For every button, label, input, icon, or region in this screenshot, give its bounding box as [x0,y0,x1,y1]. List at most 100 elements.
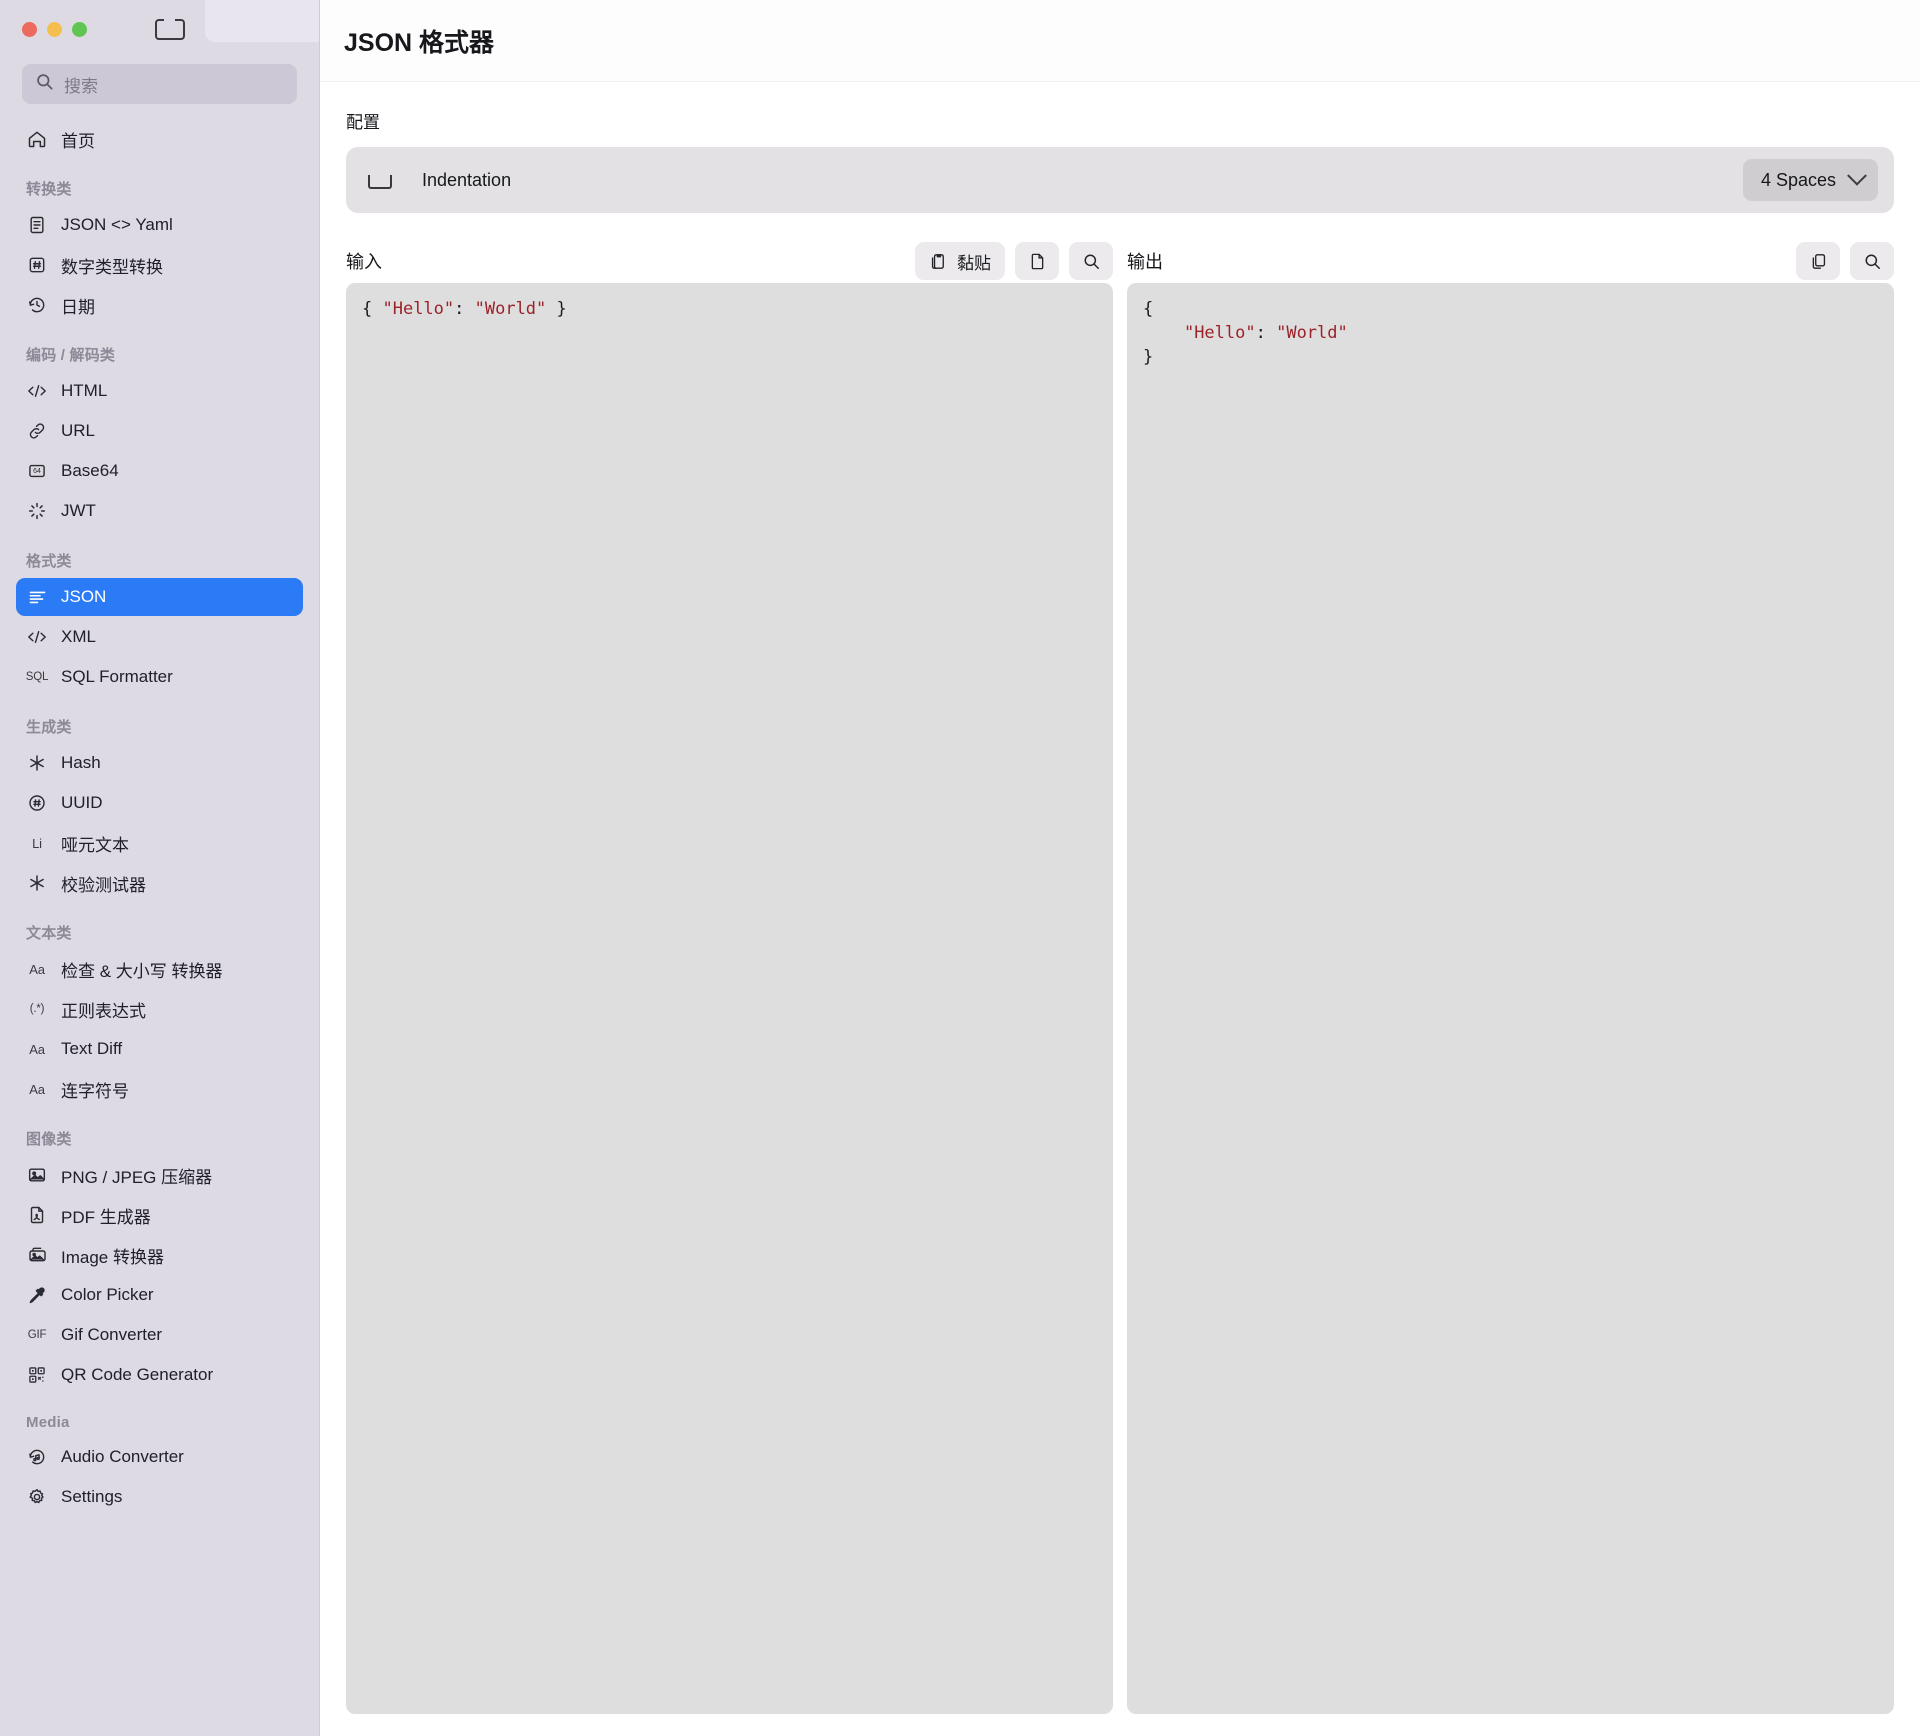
load-file-button[interactable] [1015,242,1059,280]
sidebar-item-html[interactable]: HTML [16,372,303,410]
main-header: JSON 格式器 [320,0,1920,82]
code-brackets-icon [26,626,48,648]
sidebar-item-jwt[interactable]: JWT [16,492,303,530]
file-pdf-icon [26,1204,48,1226]
sidebar-item-label: QR Code Generator [61,1365,214,1384]
output-pane-actions [1796,242,1894,280]
search-icon [35,72,54,96]
sidebar-item-label: PDF 生成器 [61,1207,151,1227]
sidebar-item-label: Color Picker [61,1285,154,1304]
indentation-select[interactable]: 4 Spaces [1742,159,1878,201]
sidebar-item-hash[interactable]: Hash [16,744,303,782]
sidebar-item-label: JSON <> Yaml [61,215,173,234]
output-key: "Hello" [1183,323,1256,344]
sidebar-section-label: 图像类 [26,1131,72,1148]
hash-box-icon [26,254,48,276]
sidebar-item-qr-code-generator[interactable]: QR Code Generator [16,1356,303,1394]
sidebar-item-[interactable]: 数字类型转换 [16,246,303,284]
input-suffix: } [546,299,567,319]
sidebar-item-image[interactable]: Image 转换器 [16,1236,303,1274]
spinner-icon [26,500,48,522]
svg-text:64: 64 [33,468,41,475]
link-icon [26,420,48,442]
paste-button-label: 黏贴 [957,253,991,273]
sidebar-item-audio-converter[interactable]: Audio Converter [16,1438,303,1476]
sidebar-item-[interactable]: Aa 连字符号 [16,1070,303,1108]
sidebar-item-settings[interactable]: Settings [16,1478,303,1516]
editor-panes: 输入 黏贴 {"Hello": "World"} 输出 {"Hello":… [346,239,1894,1714]
sidebar-item-label: 数字类型转换 [61,257,163,277]
sidebar-item-label: URL [61,421,96,440]
gear-icon [26,1486,48,1508]
sidebar-item-label: Hash [61,753,101,772]
config-option-label: Indentation [422,169,512,190]
base64-box-icon: 64 [26,460,48,482]
sidebar-section-label: 转换类 [26,181,72,198]
input-search-button[interactable] [1069,242,1113,280]
sidebar-item-label: JWT [61,501,96,520]
sidebar-toggle-icon[interactable] [155,18,185,40]
sidebar-item-base64[interactable]: 64 Base64 [16,452,303,490]
sidebar-item-[interactable]: 日期 [16,286,303,324]
sidebar-section-label: 文本类 [26,925,72,942]
sidebar-item-pdf[interactable]: PDF 生成器 [16,1196,303,1234]
close-window-button[interactable] [22,21,37,37]
input-key: "Hello" [382,299,455,319]
app-window: 搜索 首页 转换类 JSON <> Yaml 数字类型转换 日期 编码 / 解码类 HTM… [0,0,1920,1736]
main-content: JSON 格式器 配置 Indentation 4 Spaces 输入 黏贴 {… [320,0,1920,1736]
sidebar-item-[interactable]: Li 哑元文本 [16,824,303,862]
asterisk-icon [26,752,48,774]
output-editor[interactable]: { "Hello": "World" } [1127,283,1894,1714]
config-section-label: 配置 [346,113,380,132]
eyedropper-icon [26,1284,48,1306]
sidebar-item-sql-formatter[interactable]: SQL SQL Formatter [16,658,303,696]
sidebar-item-json-yaml[interactable]: JSON <> Yaml [16,206,303,244]
output-pane-title: 输出 [1127,252,1163,272]
sidebar-item-color-picker[interactable]: Color Picker [16,1276,303,1314]
search-input[interactable]: 搜索 [22,64,297,104]
file-icon [1028,252,1047,271]
sidebar-item-label: 正则表达式 [61,1001,146,1021]
sidebar-item-url[interactable]: URL [16,412,303,450]
sidebar-item-uuid[interactable]: UUID [16,784,303,822]
sidebar-item-home[interactable]: 首页 [16,120,303,158]
sidebar-item-label: 检查 & 大小写 转换器 [61,961,223,981]
sidebar-nav[interactable]: 首页 转换类 JSON <> Yaml 数字类型转换 日期 编码 / 解码类 HTML UR… [0,116,319,1736]
sidebar-item-png-jpeg[interactable]: PNG / JPEG 压缩器 [16,1156,303,1194]
config-row-indentation: Indentation 4 Spaces [346,147,1894,213]
sidebar-item-gif-converter[interactable]: GIF Gif Converter [16,1316,303,1354]
sidebar-section-label: 格式类 [26,553,72,570]
zoom-window-button[interactable] [72,21,87,37]
sidebar-item-label: UUID [61,793,103,812]
paste-button[interactable]: 黏贴 [915,242,1005,280]
sidebar-item-label: 哑元文本 [61,835,129,855]
sidebar-item-text-diff[interactable]: Aa Text Diff [16,1030,303,1068]
input-pane: 输入 黏贴 {"Hello": "World"} [346,239,1113,1714]
output-close-brace: } [1143,347,1154,368]
copy-button[interactable] [1796,242,1840,280]
search-icon [1082,252,1101,271]
sidebar-section-label: 生成类 [26,719,72,736]
sidebar-item-[interactable]: Aa 检查 & 大小写 转换器 [16,950,303,988]
output-indent [1143,323,1184,343]
minimize-window-button[interactable] [47,21,62,37]
sidebar-item-json[interactable]: JSON [16,578,303,616]
sidebar-item-xml[interactable]: XML [16,618,303,656]
output-search-button[interactable] [1850,242,1894,280]
audio-convert-icon [26,1446,48,1468]
search-placeholder: 搜索 [64,76,98,96]
config-row-left: Indentation [368,170,511,191]
sidebar-item-label: Audio Converter [61,1447,184,1466]
code-brackets-icon [26,380,48,402]
output-pane: 输出 {"Hello": "World"} [1127,239,1894,1714]
input-pane-title: 输入 [346,252,382,272]
sidebar-item-label: 日期 [61,297,95,317]
sidebar-item-[interactable]: 校验测试器 [16,864,303,902]
input-editor[interactable]: { "Hello": "World" } [346,283,1113,1714]
sidebar-item-label: Base64 [61,461,119,480]
sidebar-item-[interactable]: (.*) 正则表达式 [16,990,303,1028]
sidebar-item-label: Text Diff [61,1039,123,1058]
window-titlebar [0,0,319,58]
main-body: 配置 Indentation 4 Spaces 输入 黏贴 {"Hello":… [320,82,1920,1736]
sidebar-item-label: XML [61,627,96,646]
